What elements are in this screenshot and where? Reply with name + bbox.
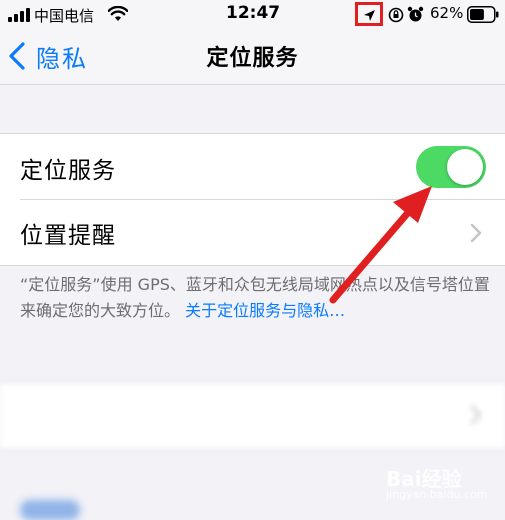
- page-title: 定位服务: [206, 46, 299, 71]
- location-services-row: 定位服务: [0, 134, 505, 199]
- toggle-knob: [447, 149, 483, 185]
- location-services-footer: “定位服务”使用 GPS、蓝牙和众包无线局域网热点以及信号塔位置来确定您的大致方…: [20, 272, 490, 324]
- location-services-toggle[interactable]: [416, 146, 486, 188]
- chevron-right-icon: [470, 405, 482, 425]
- location-alerts-row[interactable]: 位置提醒: [0, 199, 505, 264]
- signal-icon: [8, 8, 30, 22]
- settings-group: 定位服务 位置提醒: [0, 133, 505, 266]
- battery-percent: 62%: [430, 4, 464, 22]
- chevron-right-icon: [470, 223, 482, 243]
- location-indicator-highlight: [355, 2, 383, 26]
- privacy-link[interactable]: 关于定位服务与隐私…: [185, 301, 345, 320]
- status-time: 12:47: [226, 3, 281, 23]
- location-services-label: 定位服务: [20, 158, 116, 184]
- location-alerts-label: 位置提醒: [20, 223, 116, 249]
- battery-icon: [467, 6, 499, 23]
- carrier-label: 中国电信: [34, 7, 95, 25]
- location-arrow-icon: [364, 10, 375, 21]
- blurred-app-icon: [20, 500, 80, 520]
- wifi-icon: [108, 6, 128, 21]
- orientation-lock-icon: [388, 7, 404, 23]
- alarm-icon: [407, 6, 424, 22]
- status-bar: 中国电信 12:47 62%: [0, 0, 505, 30]
- watermark-logo: Bai经验 jingyan.baidu.com: [386, 467, 488, 501]
- navigation-bar: 隐私 定位服务: [0, 30, 505, 85]
- blurred-settings-group: [0, 382, 505, 450]
